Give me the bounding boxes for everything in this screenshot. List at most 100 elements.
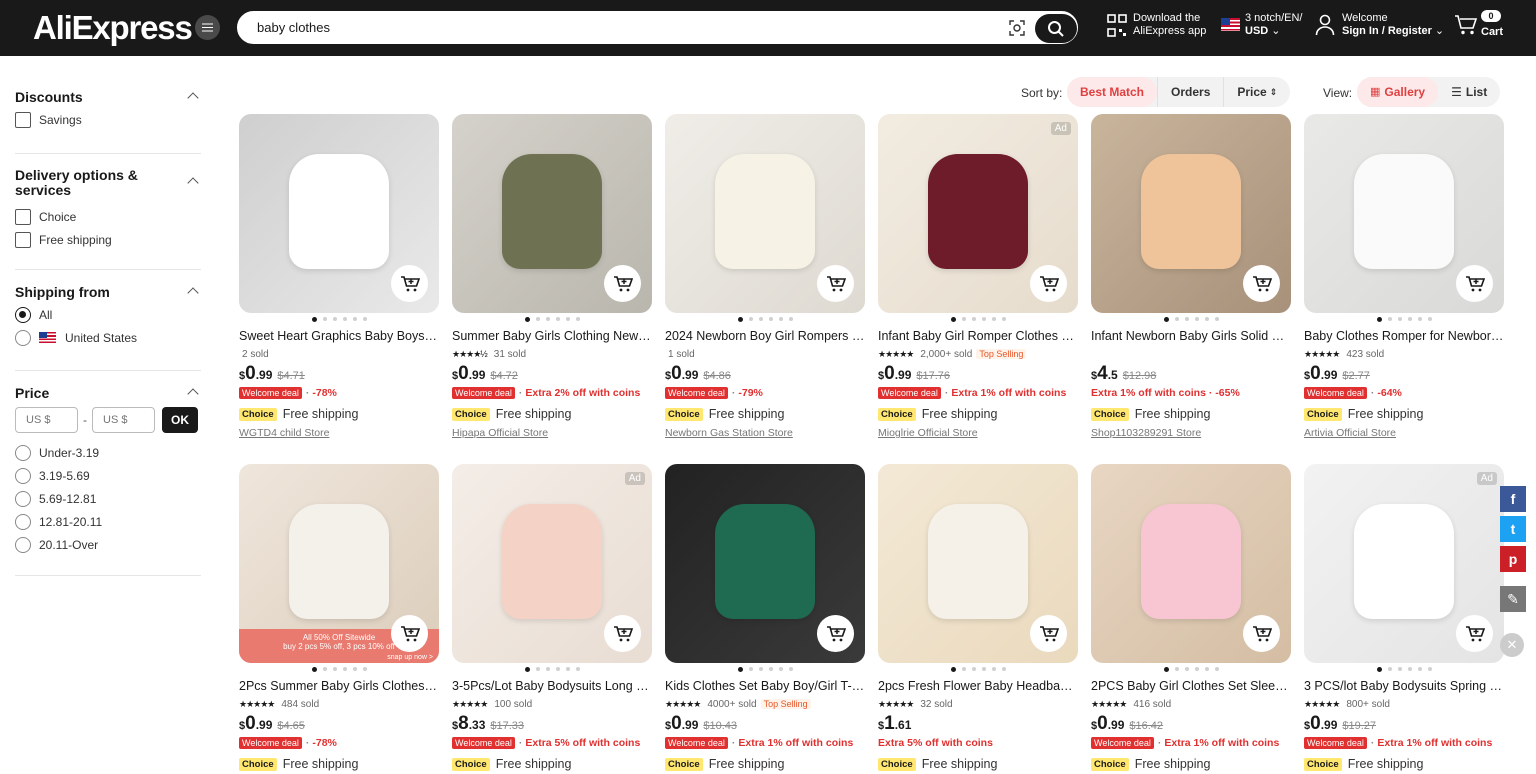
product-card[interactable]: 2pcs Fresh Flower Baby Headband Socks Se… xyxy=(878,464,1078,773)
checkbox[interactable] xyxy=(15,231,31,248)
product-card[interactable]: Ad Infant Baby Girl Romper Clothes Ruffle… xyxy=(878,114,1078,441)
radio-button[interactable] xyxy=(15,513,31,530)
product-title[interactable]: 2pcs Fresh Flower Baby Headband Socks Se… xyxy=(878,679,1078,695)
product-title[interactable]: Kids Clothes Set Baby Boy/Girl T-Shirt S… xyxy=(665,679,865,695)
download-app-link[interactable]: Download the AliExpress app xyxy=(1133,12,1206,38)
product-title[interactable]: Infant Newborn Baby Girls Solid Bodysuit xyxy=(1091,329,1291,345)
carousel-dots[interactable] xyxy=(452,317,652,322)
price-ok-button[interactable]: OK xyxy=(162,407,198,433)
checkbox[interactable] xyxy=(15,208,31,225)
add-to-cart-button[interactable] xyxy=(391,615,428,652)
carousel-dots[interactable] xyxy=(665,667,865,672)
product-title[interactable]: 2Pcs Summer Baby Girls Clothes Toddler S… xyxy=(239,679,439,695)
add-to-cart-button[interactable] xyxy=(1456,615,1493,652)
carousel-dots[interactable] xyxy=(1091,667,1291,672)
close-icon[interactable]: ✕ xyxy=(1500,633,1524,657)
facebook-share-icon[interactable]: f xyxy=(1500,486,1526,512)
product-title[interactable]: Sweet Heart Graphics Baby Boys Girls Rom… xyxy=(239,329,439,345)
product-image[interactable]: Ad xyxy=(1304,464,1504,663)
product-card[interactable]: 2PCS Baby Girl Clothes Set Sleeveless To… xyxy=(1091,464,1291,773)
product-title[interactable]: 3 PCS/lot Baby Bodysuits Spring Summer xyxy=(1304,679,1504,695)
carousel-dots[interactable] xyxy=(878,667,1078,672)
ship-from-all-option[interactable]: All xyxy=(15,303,201,326)
search-input[interactable] xyxy=(257,20,957,35)
edit-icon[interactable]: ✎ xyxy=(1500,586,1526,612)
radio-button[interactable] xyxy=(15,329,31,346)
store-link[interactable]: Shop1103289291 Store xyxy=(1091,427,1291,441)
product-card[interactable]: Kids Clothes Set Baby Boy/Girl T-Shirt S… xyxy=(665,464,865,773)
add-to-cart-button[interactable] xyxy=(1456,265,1493,302)
price-range-option[interactable]: 20.11-Over xyxy=(15,533,201,556)
pinterest-share-icon[interactable]: p xyxy=(1500,546,1526,572)
add-to-cart-button[interactable] xyxy=(391,265,428,302)
product-image[interactable] xyxy=(1091,114,1291,313)
product-image[interactable] xyxy=(665,464,865,663)
product-image[interactable] xyxy=(1304,114,1504,313)
product-card[interactable]: All 50% Off Sitewide buy 2 pcs 5% off, 3 … xyxy=(239,464,439,773)
product-card[interactable]: Ad 3 PCS/lot Baby Bodysuits Spring Summer… xyxy=(1304,464,1504,773)
product-image[interactable] xyxy=(878,464,1078,663)
store-link[interactable]: WGTD4 child Store xyxy=(239,427,439,441)
add-to-cart-button[interactable] xyxy=(1030,265,1067,302)
product-card[interactable]: Sweet Heart Graphics Baby Boys Girls Rom… xyxy=(239,114,439,441)
radio-button[interactable] xyxy=(15,444,31,461)
carousel-dots[interactable] xyxy=(665,317,865,322)
product-image[interactable] xyxy=(239,114,439,313)
sort-best-match[interactable]: Best Match xyxy=(1067,77,1158,107)
radio-button[interactable] xyxy=(15,467,31,484)
savings-option[interactable]: Savings xyxy=(15,108,201,131)
price-range-option[interactable]: 5.69-12.81 xyxy=(15,487,201,510)
product-card[interactable]: 2024 Newborn Boy Girl Rompers Pajamas 1 s… xyxy=(665,114,865,441)
add-to-cart-button[interactable] xyxy=(1030,615,1067,652)
product-title[interactable]: 3-5Pcs/Lot Baby Bodysuits Long Sleeve xyxy=(452,679,652,695)
carousel-dots[interactable] xyxy=(878,317,1078,322)
radio-button[interactable] xyxy=(15,536,31,553)
add-to-cart-button[interactable] xyxy=(604,615,641,652)
product-title[interactable]: Baby Clothes Romper for Newborn Girls xyxy=(1304,329,1504,345)
sort-orders[interactable]: Orders xyxy=(1157,77,1223,107)
aliexpress-logo[interactable]: AliExpress xyxy=(33,9,193,47)
product-card[interactable]: Baby Clothes Romper for Newborn Girls ★★★… xyxy=(1304,114,1504,441)
user-icon[interactable] xyxy=(1315,14,1335,36)
price-range-option[interactable]: 12.81-20.11 xyxy=(15,510,201,533)
image-search-icon[interactable] xyxy=(1009,20,1025,36)
carousel-dots[interactable] xyxy=(239,667,439,672)
ship-from-us-option[interactable]: United States xyxy=(15,326,201,349)
store-link[interactable]: Artivia Official Store xyxy=(1304,427,1504,441)
language-currency-selector[interactable]: 3 notch/EN/ USD ⌄ xyxy=(1245,12,1302,38)
carousel-dots[interactable] xyxy=(1091,317,1291,322)
product-title[interactable]: 2PCS Baby Girl Clothes Set Sleeveless To… xyxy=(1091,679,1291,695)
product-card[interactable]: Infant Newborn Baby Girls Solid Bodysuit… xyxy=(1091,114,1291,441)
sort-price[interactable]: Price ⇕ xyxy=(1223,77,1290,107)
product-image[interactable]: Ad xyxy=(878,114,1078,313)
add-to-cart-button[interactable] xyxy=(817,615,854,652)
twitter-share-icon[interactable]: t xyxy=(1500,516,1526,542)
free-shipping-option[interactable]: Free shipping xyxy=(15,228,201,251)
store-link[interactable]: Newborn Gas Station Store xyxy=(665,427,865,441)
cart-label[interactable]: Cart xyxy=(1481,26,1503,39)
product-card[interactable]: Summer Baby Girls Clothing Newborn Rompe… xyxy=(452,114,652,441)
product-image[interactable]: Ad xyxy=(452,464,652,663)
price-range-option[interactable]: 3.19-5.69 xyxy=(15,464,201,487)
carousel-dots[interactable] xyxy=(452,667,652,672)
max-price-input[interactable] xyxy=(92,407,155,433)
qr-code-icon[interactable] xyxy=(1107,14,1127,38)
product-title[interactable]: Summer Baby Girls Clothing Newborn Rompe… xyxy=(452,329,652,345)
view-gallery[interactable]: ▦ Gallery xyxy=(1357,77,1439,107)
cart-icon[interactable] xyxy=(1454,14,1478,36)
radio-button[interactable] xyxy=(15,306,31,323)
choice-option[interactable]: Choice xyxy=(15,205,201,228)
carousel-dots[interactable] xyxy=(1304,667,1504,672)
product-card[interactable]: Ad 3-5Pcs/Lot Baby Bodysuits Long Sleeve ★… xyxy=(452,464,652,773)
add-to-cart-button[interactable] xyxy=(817,265,854,302)
price-range-option[interactable]: Under-3.19 xyxy=(15,441,201,464)
product-image[interactable] xyxy=(1091,464,1291,663)
add-to-cart-button[interactable] xyxy=(1243,265,1280,302)
search-button[interactable] xyxy=(1035,14,1077,43)
store-link[interactable]: Hipapa Official Store xyxy=(452,427,652,441)
snap-up-link[interactable]: snap up now > xyxy=(387,654,433,661)
view-list[interactable]: ☰ List xyxy=(1438,77,1500,107)
product-title[interactable]: 2024 Newborn Boy Girl Rompers Pajamas xyxy=(665,329,865,345)
store-link[interactable]: Mioglrie Official Store xyxy=(878,427,1078,441)
radio-button[interactable] xyxy=(15,490,31,507)
